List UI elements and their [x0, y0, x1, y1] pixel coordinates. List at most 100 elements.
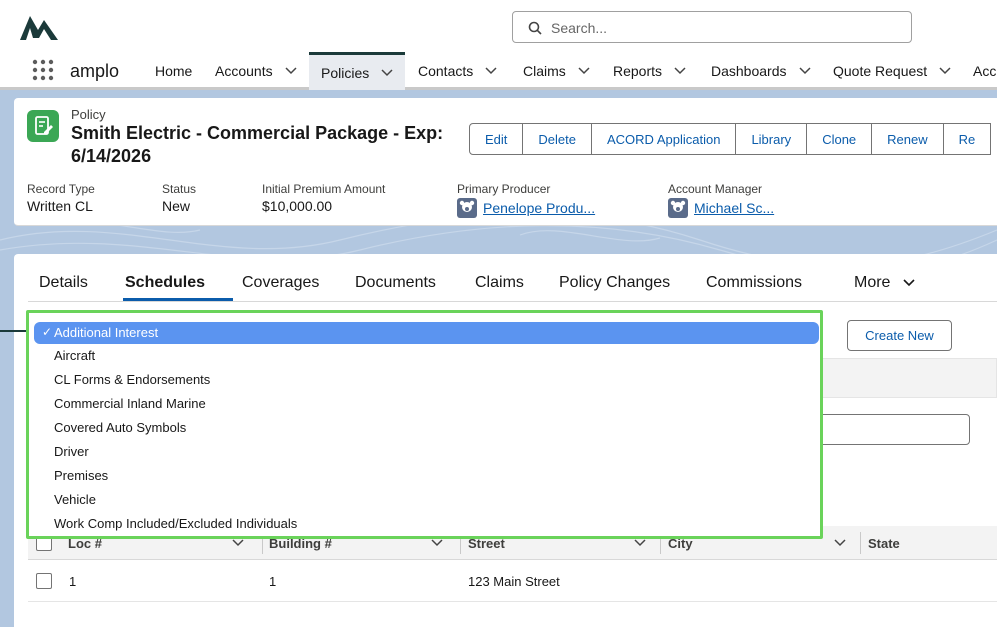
field-initial-premium: Initial Premium Amount $10,000.00: [262, 182, 385, 214]
nav-item-quote-request[interactable]: Quote Request: [833, 52, 951, 90]
tab-bar: Details Schedules Coverages Documents Cl…: [28, 254, 997, 302]
overflow-action-button[interactable]: Re: [942, 123, 992, 155]
record-action-buttons: Edit Delete ACORD Application Library Cl…: [469, 123, 992, 155]
nav-item-accounts[interactable]: Accounts: [215, 52, 297, 90]
chevron-down-icon[interactable]: [285, 67, 297, 75]
tab-policy-changes[interactable]: Policy Changes: [559, 274, 670, 292]
delete-button[interactable]: Delete: [522, 123, 592, 155]
policy-icon: [27, 110, 59, 142]
field-label: Primary Producer: [457, 182, 551, 196]
chevron-down-icon[interactable]: [485, 67, 497, 75]
global-search-input[interactable]: Search...: [512, 11, 912, 43]
tab-more-label: More: [854, 274, 891, 291]
filter-input[interactable]: [804, 414, 970, 445]
record-object-type: Policy: [71, 107, 106, 122]
nav-item-label: Accounts: [215, 63, 273, 79]
dropdown-option-selected[interactable]: ✓ Additional Interest: [34, 322, 819, 344]
user-avatar-icon: [668, 198, 688, 218]
active-tab-indicator: [123, 298, 233, 301]
search-icon: [528, 21, 542, 35]
dropdown-option-vehicle[interactable]: Vehicle: [54, 492, 96, 507]
row-checkbox[interactable]: [36, 573, 52, 589]
tab-schedules[interactable]: Schedules: [125, 274, 205, 292]
library-button[interactable]: Library: [735, 123, 808, 155]
tab-more[interactable]: More: [854, 274, 915, 292]
field-label: Account Manager: [668, 182, 763, 196]
chevron-down-icon[interactable]: [798, 67, 811, 75]
chevron-down-icon[interactable]: [634, 539, 646, 547]
chevron-down-icon[interactable]: [381, 68, 393, 77]
field-account-manager: Account Manager Michael Sc...: [668, 182, 774, 218]
chevron-down-icon[interactable]: [674, 67, 686, 75]
field-label: Initial Premium Amount: [262, 182, 386, 196]
nav-item-label: Dashboards: [711, 63, 787, 79]
dropdown-option-aircraft[interactable]: Aircraft: [54, 348, 95, 363]
chevron-down-icon[interactable]: [578, 67, 590, 75]
column-divider: [860, 532, 861, 554]
chevron-down-icon[interactable]: [431, 539, 443, 547]
nav-item-label: Quote Request: [833, 63, 928, 79]
app-name: amplo: [70, 61, 120, 81]
chevron-down-icon[interactable]: [834, 539, 846, 547]
chevron-down-icon[interactable]: [232, 539, 244, 547]
cell-building: 1: [269, 574, 277, 589]
dropdown-option-cl-forms[interactable]: CL Forms & Endorsements: [54, 372, 210, 387]
nav-item-home[interactable]: Home: [155, 52, 192, 90]
nav-item-dashboards[interactable]: Dashboards: [711, 52, 811, 90]
nav-item-label: Contacts: [418, 63, 474, 79]
chevron-down-icon[interactable]: [939, 67, 951, 75]
clone-button[interactable]: Clone: [806, 123, 873, 155]
search-placeholder: Search...: [551, 20, 608, 36]
field-value: Michael Sc...: [694, 200, 775, 216]
tab-coverages[interactable]: Coverages: [242, 274, 319, 292]
nav-item-label: Home: [155, 63, 193, 79]
field-value: Written CL: [27, 198, 93, 214]
schedule-type-dropdown: ✓ Additional Interest Aircraft CL Forms …: [26, 310, 823, 539]
record-title: Smith Electric - Commercial Package - Ex…: [71, 123, 444, 166]
chevron-down-icon: [903, 279, 915, 286]
nav-item-claims[interactable]: Claims: [523, 52, 590, 90]
renew-button[interactable]: Renew: [871, 123, 944, 155]
nav-item-reports[interactable]: Reports: [613, 52, 686, 90]
create-new-button[interactable]: Create New: [847, 320, 952, 351]
nav-item-label: Claims: [523, 63, 566, 79]
dropdown-option-auto-symbols[interactable]: Covered Auto Symbols: [54, 420, 186, 435]
amplo-logo-icon[interactable]: [18, 12, 60, 42]
tab-documents[interactable]: Documents: [355, 274, 436, 292]
field-value: New: [162, 198, 191, 214]
record-header: Policy Smith Electric - Commercial Packa…: [14, 98, 997, 226]
app-navigation-bar: amplo Home Accounts Policies Contacts Cl…: [0, 52, 997, 90]
dropdown-option-driver[interactable]: Driver: [54, 444, 89, 459]
account-manager-link[interactable]: Michael Sc...: [668, 198, 774, 218]
column-label: State: [868, 535, 900, 551]
field-label: Record Type: [27, 182, 95, 196]
dropdown-option-inland-marine[interactable]: Commercial Inland Marine: [54, 396, 206, 411]
dropdown-option-premises[interactable]: Premises: [54, 468, 108, 483]
cell-loc: 1: [69, 574, 77, 589]
column-header-state[interactable]: State: [868, 526, 988, 560]
nav-item-overflow[interactable]: Acc: [973, 52, 996, 90]
field-value: $10,000.00: [262, 198, 333, 214]
edit-button[interactable]: Edit: [469, 123, 524, 155]
primary-producer-link[interactable]: Penelope Produ...: [457, 198, 595, 218]
tab-commissions[interactable]: Commissions: [706, 274, 802, 292]
nav-item-contacts[interactable]: Contacts: [418, 52, 497, 90]
tab-claims[interactable]: Claims: [475, 274, 524, 292]
tab-details[interactable]: Details: [39, 274, 88, 292]
app-launcher-icon[interactable]: [32, 59, 54, 81]
nav-item-label: Reports: [613, 63, 663, 79]
user-avatar-icon: [457, 198, 477, 218]
nav-item-label: Policies: [321, 64, 370, 81]
cell-street: 123 Main Street: [468, 574, 560, 589]
table-row[interactable]: 1 1 123 Main Street: [28, 560, 997, 602]
field-status: Status New: [162, 182, 196, 214]
nav-item-policies[interactable]: Policies: [309, 52, 406, 90]
dropdown-option-work-comp[interactable]: Work Comp Included/Excluded Individuals: [54, 516, 297, 531]
field-record-type: Record Type Written CL: [27, 182, 95, 214]
acord-application-button[interactable]: ACORD Application: [590, 123, 737, 155]
field-primary-producer: Primary Producer Penelope Produ...: [457, 182, 595, 218]
field-label: Status: [162, 182, 197, 196]
option-label: Additional Interest: [54, 325, 159, 340]
checkmark-icon: ✓: [42, 325, 53, 339]
field-value: Penelope Produ...: [483, 200, 596, 216]
